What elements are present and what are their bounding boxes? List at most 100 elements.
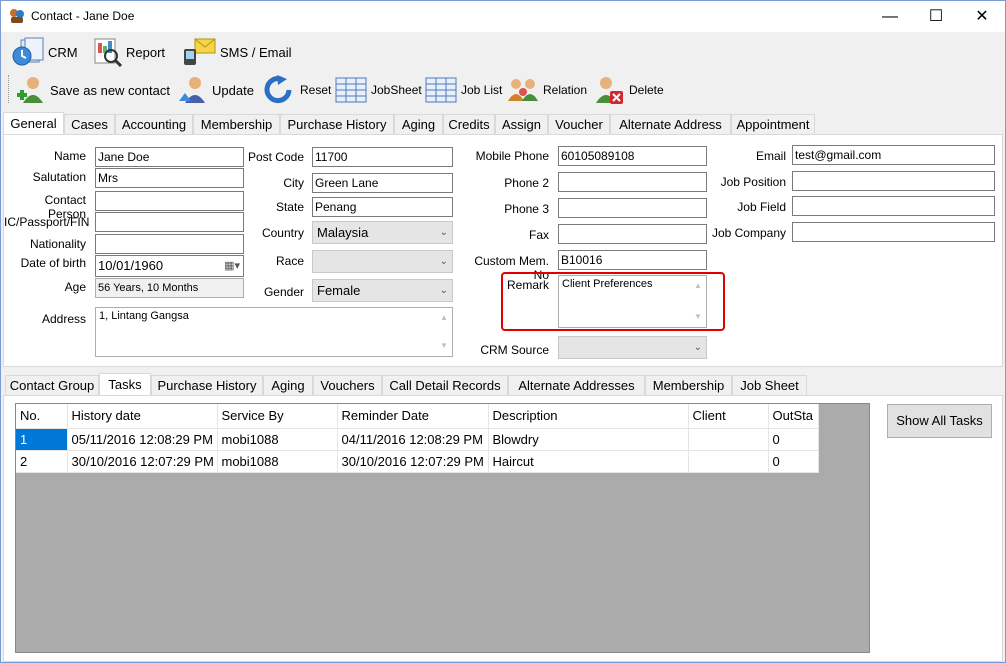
delete-button[interactable]: Delete — [592, 75, 664, 105]
tab-credits[interactable]: Credits — [443, 114, 495, 135]
jobsheet-button[interactable]: JobSheet — [334, 75, 422, 105]
tab-voucher[interactable]: Voucher — [548, 114, 610, 135]
state-field[interactable]: Penang — [312, 197, 453, 217]
column-header-outstanding[interactable]: OutSta — [768, 404, 819, 429]
name-field[interactable]: Jane Doe — [95, 147, 244, 167]
cell-service-by[interactable]: mobi1088 — [217, 450, 338, 473]
tab-call-detail-records[interactable]: Call Detail Records — [382, 375, 508, 396]
phone-2-field[interactable] — [558, 172, 707, 192]
remark-scrollbar[interactable]: ▲ ▼ — [691, 277, 705, 326]
cell-no[interactable]: 2 — [16, 450, 68, 473]
cell-description[interactable]: Blowdry — [488, 428, 689, 451]
email-label: Email — [755, 149, 786, 163]
crm-button[interactable]: CRM — [11, 37, 78, 67]
chevron-down-icon: ⌄ — [439, 285, 448, 296]
tab-accounting[interactable]: Accounting — [115, 114, 193, 135]
address-label: Address — [41, 312, 86, 326]
tab-aging[interactable]: Aging — [394, 114, 443, 135]
job-field-field[interactable] — [792, 196, 995, 216]
save-as-new-contact-button[interactable]: Save as new contact — [15, 75, 170, 105]
mobile-phone-label: Mobile Phone — [475, 149, 549, 163]
cell-client[interactable] — [688, 450, 769, 473]
phone-2-label: Phone 2 — [504, 176, 549, 190]
mobile-phone-field[interactable]: 60105089108 — [558, 146, 707, 166]
fax-field[interactable] — [558, 224, 707, 244]
close-button[interactable]: ✕ — [959, 1, 1005, 32]
salutation-field[interactable]: Mrs — [95, 168, 244, 188]
cell-outstanding[interactable]: 0 — [768, 450, 819, 473]
column-header-history-date[interactable]: History date — [67, 404, 218, 429]
tab-membership[interactable]: Membership — [193, 114, 280, 135]
tab-bottom-membership[interactable]: Membership — [645, 375, 732, 396]
remark-field[interactable]: Client Preferences ▲ ▼ — [558, 275, 707, 328]
column-header-client[interactable]: Client — [688, 404, 769, 429]
contact-person-field[interactable] — [95, 191, 244, 211]
column-header-reminder-date[interactable]: Reminder Date — [337, 404, 489, 429]
update-contact-icon — [177, 75, 209, 105]
country-dropdown[interactable]: Malaysia ⌄ — [312, 221, 453, 244]
ic-passport-field[interactable] — [95, 212, 244, 232]
cell-service-by[interactable]: mobi1088 — [217, 428, 338, 451]
crm-source-label: CRM Source — [480, 343, 549, 357]
gender-value: Female — [317, 283, 361, 298]
maximize-button[interactable]: ☐ — [913, 1, 959, 32]
tab-bottom-purchase-history[interactable]: Purchase History — [151, 375, 263, 396]
table-row[interactable]: 1 05/11/2016 12:08:29 PM mobi1088 04/11/… — [16, 428, 819, 451]
tasks-grid[interactable]: No. History date Service By Reminder Dat… — [15, 403, 870, 653]
tab-assign[interactable]: Assign — [495, 114, 548, 135]
job-company-field[interactable] — [792, 222, 995, 242]
update-label: Update — [212, 82, 254, 98]
report-button[interactable]: Report — [91, 37, 165, 68]
cell-no[interactable]: 1 — [16, 428, 68, 451]
minimize-button[interactable]: — — [867, 1, 913, 32]
cell-description[interactable]: Haircut — [488, 450, 689, 473]
toolbar-grip[interactable] — [8, 75, 11, 103]
tab-tasks[interactable]: Tasks — [99, 373, 151, 396]
column-header-no[interactable]: No. — [16, 404, 68, 429]
tab-alternate-address[interactable]: Alternate Address — [610, 114, 731, 135]
city-field[interactable]: Green Lane — [312, 173, 453, 193]
update-button[interactable]: Update — [177, 75, 254, 105]
crm-source-dropdown[interactable]: ⌄ — [558, 336, 707, 359]
tab-contact-group[interactable]: Contact Group — [5, 375, 99, 396]
custom-mem-no-field[interactable]: B10016 — [558, 250, 707, 270]
gender-label: Gender — [263, 285, 304, 299]
table-row[interactable]: 2 30/10/2016 12:07:29 PM mobi1088 30/10/… — [16, 450, 819, 473]
sms-email-button[interactable]: SMS / Email — [181, 37, 292, 67]
race-dropdown[interactable]: ⌄ — [312, 250, 453, 273]
column-header-description[interactable]: Description — [488, 404, 689, 429]
column-header-service-by[interactable]: Service By — [217, 404, 338, 429]
cell-reminder-date[interactable]: 30/10/2016 12:07:29 PM — [337, 450, 489, 473]
bottom-tab-strip: Contact Group Tasks Purchase History Agi… — [5, 373, 855, 396]
tab-alternate-addresses[interactable]: Alternate Addresses — [508, 375, 645, 396]
show-all-tasks-button[interactable]: Show All Tasks — [887, 404, 992, 438]
reset-button[interactable]: Reset — [263, 75, 331, 105]
nationality-field[interactable] — [95, 234, 244, 254]
email-field[interactable]: test@gmail.com — [792, 145, 995, 165]
date-of-birth-picker[interactable]: 10/01/1960 ▦▾ — [95, 255, 244, 277]
job-list-button[interactable]: Job List — [424, 75, 502, 105]
cell-outstanding[interactable]: 0 — [768, 428, 819, 451]
country-label: Country — [261, 226, 304, 240]
address-scrollbar[interactable]: ▲ ▼ — [437, 309, 451, 355]
relation-button[interactable]: Relation — [506, 75, 587, 105]
tab-general[interactable]: General — [3, 112, 64, 135]
job-position-field[interactable] — [792, 171, 995, 191]
jobsheet-icon — [334, 75, 368, 105]
cell-reminder-date[interactable]: 04/11/2016 12:08:29 PM — [337, 428, 489, 451]
tab-appointment[interactable]: Appointment — [731, 114, 815, 135]
tab-purchase-history[interactable]: Purchase History — [280, 114, 394, 135]
phone-3-field[interactable] — [558, 198, 707, 218]
remark-value: Client Preferences — [562, 278, 653, 290]
cell-history-date[interactable]: 30/10/2016 12:07:29 PM — [67, 450, 218, 473]
tab-cases[interactable]: Cases — [64, 114, 115, 135]
gender-dropdown[interactable]: Female ⌄ — [312, 279, 453, 302]
address-field[interactable]: 1, Lintang Gangsa ▲ ▼ — [95, 307, 453, 357]
cell-history-date[interactable]: 05/11/2016 12:08:29 PM — [67, 428, 218, 451]
tab-job-sheet[interactable]: Job Sheet — [732, 375, 807, 396]
tab-vouchers[interactable]: Vouchers — [313, 375, 382, 396]
tab-bottom-aging[interactable]: Aging — [263, 375, 313, 396]
cell-client[interactable] — [688, 428, 769, 451]
post-code-field[interactable]: 11700 — [312, 147, 453, 167]
window-title: Contact - Jane Doe — [31, 9, 135, 23]
